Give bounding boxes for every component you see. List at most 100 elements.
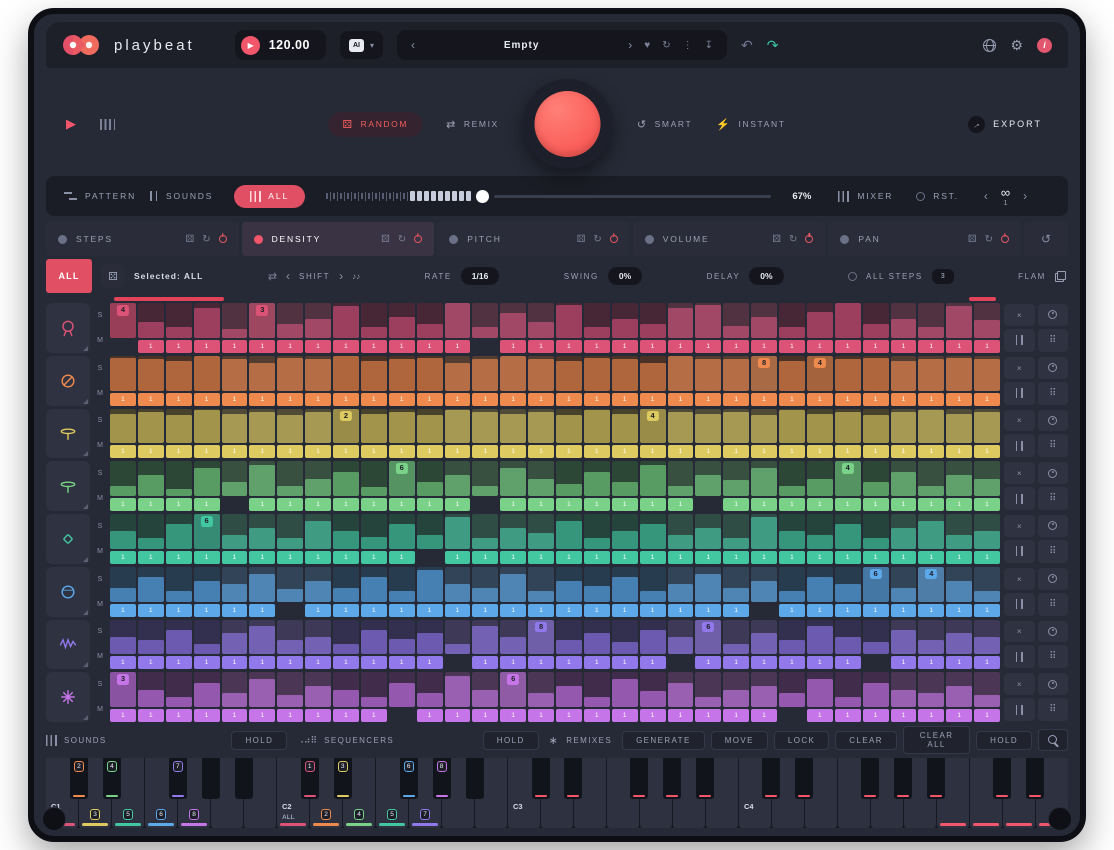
black-key[interactable] bbox=[630, 758, 648, 799]
density-step[interactable]: 4 bbox=[110, 303, 136, 338]
step-cell[interactable]: 1 bbox=[891, 340, 917, 353]
gear-icon[interactable]: ⚙ bbox=[1010, 37, 1023, 54]
density-step[interactable] bbox=[222, 620, 248, 655]
knob-icon[interactable] bbox=[1038, 568, 1069, 590]
step-cell[interactable]: 1 bbox=[500, 604, 526, 617]
step-cell[interactable]: 1 bbox=[361, 551, 387, 564]
density-step[interactable] bbox=[751, 672, 777, 707]
density-step[interactable] bbox=[891, 461, 917, 496]
step-cell[interactable]: 1 bbox=[835, 393, 861, 406]
step-cell[interactable]: 1 bbox=[918, 445, 944, 458]
density-step[interactable] bbox=[612, 356, 638, 391]
step-cell[interactable]: 1 bbox=[138, 604, 164, 617]
density-step[interactable] bbox=[445, 620, 471, 655]
density-step[interactable] bbox=[166, 461, 192, 496]
step-cell[interactable]: 1 bbox=[723, 445, 749, 458]
density-step[interactable] bbox=[640, 356, 666, 391]
black-key[interactable]: 7 bbox=[169, 758, 187, 799]
density-step[interactable] bbox=[779, 567, 805, 602]
step-cell[interactable]: 1 bbox=[584, 445, 610, 458]
pattern-length[interactable]: ∞ 1 bbox=[1001, 186, 1010, 207]
step-cell[interactable]: 1 bbox=[361, 393, 387, 406]
density-step[interactable] bbox=[333, 567, 359, 602]
density-step[interactable] bbox=[305, 461, 331, 496]
density-step[interactable] bbox=[918, 620, 944, 655]
density-step[interactable] bbox=[249, 567, 275, 602]
density-step[interactable] bbox=[779, 620, 805, 655]
density-step[interactable] bbox=[863, 672, 889, 707]
drag-handle-icon[interactable]: ⠿ bbox=[1038, 382, 1069, 405]
step-cell[interactable]: 1 bbox=[305, 656, 331, 669]
density-step[interactable] bbox=[277, 567, 303, 602]
density-step[interactable] bbox=[472, 303, 498, 338]
step-cell[interactable]: 1 bbox=[305, 498, 331, 511]
step-cell[interactable]: 1 bbox=[110, 604, 136, 617]
step-cell[interactable]: 1 bbox=[751, 656, 777, 669]
step-cell[interactable]: 1 bbox=[863, 498, 889, 511]
density-step[interactable] bbox=[305, 356, 331, 391]
density-step[interactable] bbox=[807, 672, 833, 707]
pattern-next-icon[interactable]: › bbox=[1023, 190, 1027, 202]
sequencers-hold-button[interactable]: HOLD bbox=[483, 731, 539, 750]
density-step[interactable] bbox=[110, 356, 136, 391]
density-step[interactable] bbox=[417, 672, 443, 707]
density-step[interactable] bbox=[751, 461, 777, 496]
density-step[interactable] bbox=[863, 461, 889, 496]
density-step[interactable] bbox=[472, 567, 498, 602]
dice-icon[interactable]: ⚄ bbox=[186, 234, 195, 245]
density-step[interactable] bbox=[417, 303, 443, 338]
step-cell[interactable]: 1 bbox=[695, 604, 721, 617]
lock-button[interactable]: LOCK bbox=[774, 731, 829, 750]
loop-start-marker[interactable] bbox=[114, 297, 224, 301]
step-cell[interactable]: 1 bbox=[166, 445, 192, 458]
step-cell[interactable]: 1 bbox=[417, 656, 443, 669]
density-step[interactable] bbox=[918, 303, 944, 338]
step-cell[interactable]: 1 bbox=[946, 656, 972, 669]
density-step[interactable] bbox=[305, 620, 331, 655]
density-step[interactable] bbox=[194, 356, 220, 391]
density-step[interactable] bbox=[556, 303, 582, 338]
density-step[interactable] bbox=[974, 409, 1000, 444]
tab-density[interactable]: DENSITY⚄↻ bbox=[242, 222, 435, 256]
density-step[interactable] bbox=[835, 303, 861, 338]
density-step[interactable] bbox=[835, 567, 861, 602]
step-cell[interactable]: 1 bbox=[138, 656, 164, 669]
sliders-icon[interactable] bbox=[1004, 329, 1035, 352]
step-cell[interactable]: 1 bbox=[166, 709, 192, 722]
density-step[interactable] bbox=[110, 409, 136, 444]
knob-icon[interactable] bbox=[1038, 357, 1069, 379]
density-step[interactable] bbox=[417, 567, 443, 602]
step-cell[interactable]: 1 bbox=[835, 709, 861, 722]
step-cell[interactable]: 1 bbox=[361, 445, 387, 458]
step-cell[interactable]: 1 bbox=[835, 340, 861, 353]
step-cell[interactable]: 1 bbox=[445, 604, 471, 617]
step-cell[interactable]: 1 bbox=[138, 393, 164, 406]
density-step[interactable] bbox=[445, 409, 471, 444]
density-step[interactable] bbox=[974, 303, 1000, 338]
density-step[interactable] bbox=[751, 567, 777, 602]
favorite-icon[interactable]: ♥ bbox=[644, 40, 650, 51]
info-icon[interactable]: i bbox=[1037, 38, 1052, 53]
black-key[interactable] bbox=[532, 758, 550, 799]
step-cell[interactable]: 1 bbox=[500, 551, 526, 564]
density-step[interactable] bbox=[668, 461, 694, 496]
step-cell[interactable]: 1 bbox=[500, 445, 526, 458]
step-cell[interactable]: 1 bbox=[249, 604, 275, 617]
step-cell[interactable]: 1 bbox=[528, 551, 554, 564]
shift-left-icon[interactable]: ‹ bbox=[286, 270, 290, 282]
density-step[interactable] bbox=[751, 409, 777, 444]
step-cell[interactable]: 1 bbox=[668, 551, 694, 564]
black-key[interactable] bbox=[696, 758, 714, 799]
step-cell[interactable]: 1 bbox=[695, 656, 721, 669]
step-cell[interactable]: 1 bbox=[891, 445, 917, 458]
step-cell[interactable]: 1 bbox=[500, 393, 526, 406]
density-step[interactable] bbox=[946, 514, 972, 549]
density-step[interactable] bbox=[138, 356, 164, 391]
step-cell[interactable]: 1 bbox=[612, 445, 638, 458]
black-key[interactable] bbox=[762, 758, 780, 799]
step-cell[interactable]: 1 bbox=[472, 656, 498, 669]
loop-icon[interactable]: ↻ bbox=[593, 234, 601, 245]
density-step[interactable] bbox=[807, 514, 833, 549]
density-step[interactable] bbox=[500, 620, 526, 655]
step-cell[interactable]: 1 bbox=[528, 340, 554, 353]
